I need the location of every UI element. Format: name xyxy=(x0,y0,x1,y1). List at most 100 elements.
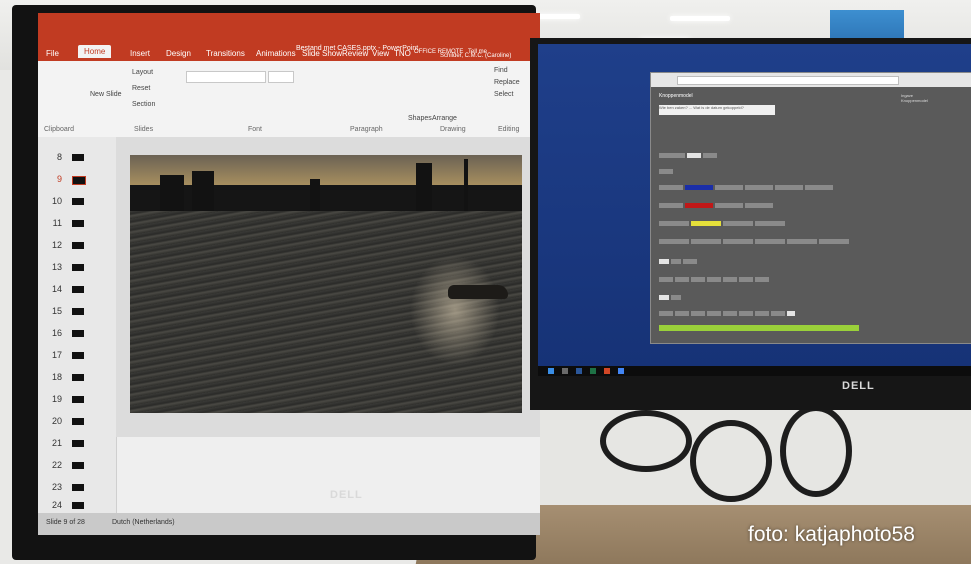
option-chip[interactable] xyxy=(775,185,803,190)
option-chip[interactable] xyxy=(687,153,701,158)
option-chip[interactable] xyxy=(659,239,689,244)
option-chip[interactable] xyxy=(723,221,753,226)
tab-design[interactable]: Design xyxy=(166,49,191,58)
option-chip-selected[interactable] xyxy=(685,185,713,190)
powerpoint-icon[interactable] xyxy=(604,368,610,374)
option-chip[interactable] xyxy=(659,295,669,300)
font-size-box[interactable] xyxy=(268,71,294,83)
layout-button[interactable]: Layout xyxy=(132,69,153,76)
option-chip[interactable] xyxy=(659,153,685,158)
option-chip[interactable] xyxy=(715,203,743,208)
slide-thumbnail[interactable]: 14 xyxy=(44,283,110,297)
start-icon[interactable] xyxy=(548,368,554,374)
tab-file[interactable]: File xyxy=(46,49,59,58)
find-button[interactable]: Find xyxy=(494,67,508,74)
slide-thumbnail[interactable]: 8 xyxy=(44,151,110,165)
slide-thumbnail[interactable]: 20 xyxy=(44,415,110,429)
option-chip[interactable] xyxy=(745,203,773,208)
option-chip[interactable] xyxy=(739,311,753,316)
chrome-icon[interactable] xyxy=(618,368,624,374)
side-panel-item[interactable]: Knoppenmodel xyxy=(901,98,961,103)
arrange-button[interactable]: Arrange xyxy=(432,115,457,122)
option-chip[interactable] xyxy=(683,259,697,264)
slide-thumbnail[interactable]: 16 xyxy=(44,327,110,341)
select-button[interactable]: Select xyxy=(494,91,513,98)
slide-thumbnail[interactable]: 13 xyxy=(44,261,110,275)
option-chip[interactable] xyxy=(675,277,689,282)
option-chip[interactable] xyxy=(671,295,681,300)
tab-home[interactable]: Home xyxy=(78,45,112,58)
group-paragraph: Paragraph xyxy=(350,126,383,133)
option-chip[interactable] xyxy=(659,169,673,174)
option-chip[interactable] xyxy=(819,239,849,244)
question-field[interactable]: Wie ben zaken? ... Wat is de datum gekop… xyxy=(659,105,775,115)
slide-thumbnail[interactable]: 10 xyxy=(44,195,110,209)
option-chip[interactable] xyxy=(745,185,773,190)
group-slides: Slides xyxy=(134,126,154,133)
slide-thumbnail[interactable]: 19 xyxy=(44,393,110,407)
outlook-icon[interactable] xyxy=(576,368,582,374)
option-chip[interactable] xyxy=(659,203,683,208)
new-slide-button[interactable]: New Slide xyxy=(90,91,122,98)
tab-slide-show[interactable]: Slide Show xyxy=(302,49,342,58)
language-indicator[interactable]: Dutch (Netherlands) xyxy=(112,519,175,526)
option-chip[interactable] xyxy=(659,311,673,316)
option-chip[interactable] xyxy=(739,277,753,282)
slide-thumbnail[interactable]: 12 xyxy=(44,239,110,253)
option-chip[interactable] xyxy=(659,221,689,226)
section-button[interactable]: Section xyxy=(132,101,155,108)
option-chip[interactable] xyxy=(675,311,689,316)
tab-insert[interactable]: Insert xyxy=(130,49,150,58)
option-chip[interactable] xyxy=(691,277,705,282)
tab-review[interactable]: Review xyxy=(342,49,368,58)
slide-thumbnail[interactable]: 18 xyxy=(44,371,110,385)
option-chip[interactable] xyxy=(805,185,833,190)
tab-office-remote[interactable]: OFFICE REMOTE xyxy=(414,49,463,55)
option-chip[interactable] xyxy=(771,311,785,316)
option-chip[interactable] xyxy=(723,311,737,316)
font-name-box[interactable] xyxy=(186,71,266,83)
reset-button[interactable]: Reset xyxy=(132,85,150,92)
replace-button[interactable]: Replace xyxy=(494,79,520,86)
tab-tno[interactable]: TNO xyxy=(394,49,411,58)
option-chip[interactable] xyxy=(707,311,721,316)
tab-tell-me[interactable]: Tell me xyxy=(468,49,487,55)
slide-thumbnail[interactable]: 11 xyxy=(44,217,110,231)
option-chip[interactable] xyxy=(691,311,705,316)
option-chip[interactable] xyxy=(671,259,681,264)
slide-thumbnail[interactable]: 15 xyxy=(44,305,110,319)
slide-thumbnail[interactable]: 21 xyxy=(44,437,110,451)
option-chip[interactable] xyxy=(659,259,669,264)
option-chip[interactable] xyxy=(707,277,721,282)
excel-icon[interactable] xyxy=(590,368,596,374)
tab-view[interactable]: View xyxy=(372,49,389,58)
title-bar: Bestand met CASES.pptx - PowerPoint Schi… xyxy=(38,13,540,61)
search-icon[interactable] xyxy=(562,368,568,374)
option-chip[interactable] xyxy=(691,239,721,244)
slide-thumbnail-selected[interactable]: 9 xyxy=(44,173,110,187)
tab-animations[interactable]: Animations xyxy=(256,49,296,58)
option-chip[interactable] xyxy=(659,277,673,282)
slide-thumbnail[interactable]: 24 xyxy=(44,499,110,513)
address-bar[interactable] xyxy=(677,76,899,85)
option-chip[interactable] xyxy=(755,221,785,226)
tab-transitions[interactable]: Transitions xyxy=(206,49,245,58)
option-chip[interactable] xyxy=(723,239,753,244)
slide-thumbnail[interactable]: 23 xyxy=(44,481,110,495)
shapes-button[interactable]: Shapes xyxy=(408,115,432,122)
slide-thumbnail[interactable]: 22 xyxy=(44,459,110,473)
slide-thumbnail[interactable]: 17 xyxy=(44,349,110,363)
option-chip[interactable] xyxy=(723,277,737,282)
option-chip[interactable] xyxy=(787,311,795,316)
option-chip[interactable] xyxy=(755,311,769,316)
option-chip-selected[interactable] xyxy=(691,221,721,226)
slide-photo-river[interactable] xyxy=(130,155,522,413)
option-chip[interactable] xyxy=(787,239,817,244)
option-chip[interactable] xyxy=(755,277,769,282)
option-chip[interactable] xyxy=(703,153,717,158)
option-chip[interactable] xyxy=(715,185,743,190)
option-chip-selected[interactable] xyxy=(685,203,713,208)
option-chip[interactable] xyxy=(755,239,785,244)
right-taskbar xyxy=(538,366,971,376)
option-chip[interactable] xyxy=(659,185,683,190)
